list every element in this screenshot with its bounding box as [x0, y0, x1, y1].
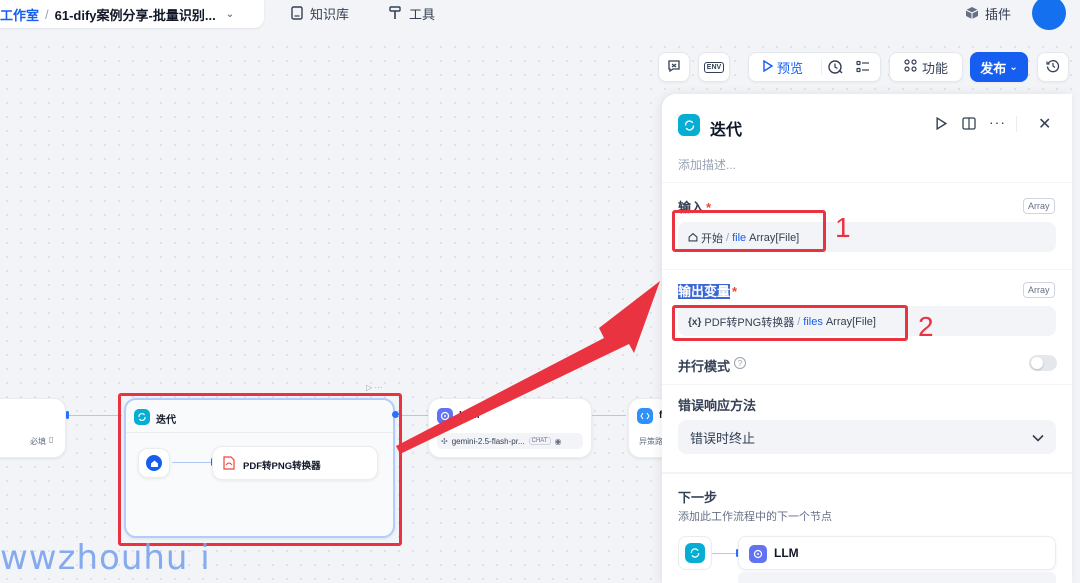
chevron-down-icon — [1032, 430, 1044, 445]
input-type-badge: Array — [1023, 198, 1055, 214]
more-icon[interactable]: ··· — [989, 114, 1006, 130]
next-step-description: 添加此工作流程中的下一个节点 — [678, 511, 832, 523]
error-handling-select[interactable]: 错误时终止 — [678, 420, 1056, 454]
next-node-item[interactable]: LLM — [738, 536, 1056, 570]
toggle-knob — [1031, 357, 1043, 369]
book-open-icon[interactable] — [962, 117, 976, 133]
annotation-number-1: 1 — [835, 212, 851, 243]
loop-icon — [678, 114, 700, 136]
divider — [662, 269, 1072, 270]
output-type-badge: Array — [1023, 282, 1055, 298]
divider — [662, 384, 1072, 385]
next-node-title: LLM — [774, 546, 799, 560]
output-label: 输出变量 * — [678, 284, 738, 299]
watermark: wwzhouhu i — [0, 538, 211, 578]
annotation-number-2: 2 — [918, 311, 934, 342]
parallel-mode-toggle[interactable] — [1029, 355, 1057, 371]
next-step-label: 下一步 — [678, 490, 718, 505]
close-icon[interactable]: ✕ — [1038, 114, 1051, 134]
panel-title[interactable]: 迭代 — [710, 116, 742, 140]
run-node-icon[interactable] — [936, 116, 948, 133]
divider — [662, 472, 1072, 474]
loop-icon — [685, 543, 705, 563]
annotation-box-input — [672, 210, 826, 252]
parallel-mode-label: 并行模式 — [678, 359, 731, 374]
divider — [662, 182, 1072, 183]
add-next-node-row[interactable] — [738, 572, 1056, 583]
current-node-badge — [678, 536, 712, 570]
help-icon[interactable]: ? — [734, 357, 746, 369]
description-input[interactable]: 添加描述... — [678, 156, 736, 173]
annotation-box-output — [672, 305, 908, 341]
error-handling-value: 错误时终止 — [690, 430, 756, 446]
next-step-edge — [712, 553, 738, 554]
llm-icon — [749, 545, 767, 563]
error-handling-label: 错误响应方法 — [678, 398, 757, 413]
header-divider — [1016, 116, 1017, 132]
